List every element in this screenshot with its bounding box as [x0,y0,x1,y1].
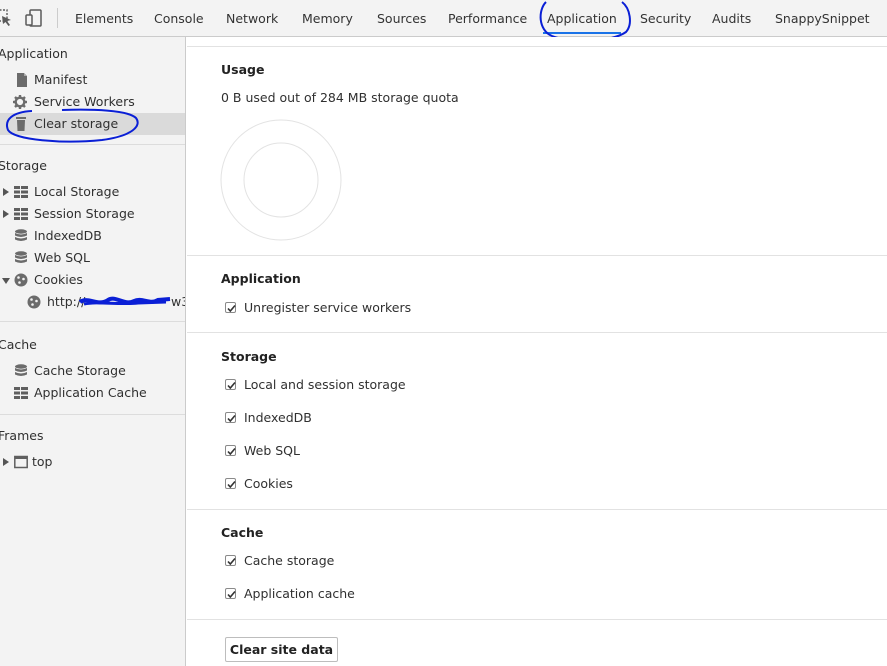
application-section-title: Application [221,271,301,286]
tab-audits[interactable]: Audits [712,0,751,37]
sidebar-item-indexeddb[interactable]: IndexedDB [0,225,185,247]
sidebar-item-session-storage[interactable]: Session Storage [0,203,185,225]
sidebar-section-frames: Frames [0,428,44,443]
usage-section-title: Usage [221,62,265,77]
clear-storage-panel: Usage 0 B used out of 284 MB storage quo… [187,37,887,666]
cookie-icon [27,295,41,309]
database-icon [15,229,27,241]
database-icon [15,251,27,263]
checkbox-checked[interactable] [225,445,236,456]
section-divider [187,509,887,510]
checkbox-checked[interactable] [225,588,236,599]
sidebar-divider [0,414,185,415]
sidebar-section-application: Application [0,46,68,61]
trash-icon [16,117,26,131]
device-toolbar-icon[interactable] [25,9,43,27]
tab-console[interactable]: Console [154,0,204,37]
usage-pie-chart [220,119,342,241]
frame-icon [14,455,28,469]
option-label: Application cache [244,586,355,601]
document-icon [17,73,27,87]
sidebar-item-cookie-origin[interactable]: http:// w3 [0,291,185,313]
sidebar-item-application-cache[interactable]: Application Cache [0,382,185,404]
tab-application[interactable]: Application [543,0,621,37]
sidebar-section-storage: Storage [0,158,47,173]
sidebar-item-label: top [32,454,53,469]
storage-section-title: Storage [221,349,277,364]
sidebar-item-manifest[interactable]: Manifest [0,69,185,91]
tab-performance[interactable]: Performance [448,0,527,37]
inspect-element-icon[interactable] [0,9,13,27]
gear-icon [13,95,27,109]
sidebar-item-label: Web SQL [34,250,90,265]
checkbox-checked[interactable] [225,379,236,390]
tab-sources[interactable]: Sources [377,0,426,37]
cookie-icon [14,273,28,287]
checkbox-checked[interactable] [225,555,236,566]
sidebar-item-label: Session Storage [34,206,135,221]
option-label: Cache storage [244,553,335,568]
option-label: Cookies [244,476,293,491]
redaction-scribble [78,296,171,306]
clear-site-data-button[interactable]: Clear site data [225,637,338,662]
tab-memory[interactable]: Memory [302,0,353,37]
section-divider [187,332,887,333]
sidebar-item-local-storage[interactable]: Local Storage [0,181,185,203]
sidebar-item-label: Cache Storage [34,363,126,378]
expand-arrow-icon[interactable] [3,188,9,196]
cookie-origin-label-tail: w3 [171,294,185,309]
expand-arrow-icon[interactable] [3,210,9,218]
option-label: Web SQL [244,443,300,458]
checkbox-checked[interactable] [225,478,236,489]
sidebar-item-cache-storage[interactable]: Cache Storage [0,360,185,382]
section-divider [187,46,887,47]
grid-icon [14,387,28,399]
checkbox-checked[interactable] [225,412,236,423]
expand-arrow-icon[interactable] [3,458,9,466]
tab-snappysnippet[interactable]: SnappySnippet [775,0,870,37]
grid-icon [14,186,28,198]
sidebar-item-clear-storage[interactable]: Clear storage [0,113,185,135]
grid-icon [14,208,28,220]
sidebar-item-label: IndexedDB [34,228,102,243]
cache-section-title: Cache [221,525,264,540]
usage-summary: 0 B used out of 284 MB storage quota [221,90,459,105]
devtools-window: Elements Console Network Memory Sources … [0,0,887,666]
devtools-tab-bar: Elements Console Network Memory Sources … [0,0,887,42]
sidebar-item-cookies[interactable]: Cookies [0,269,185,291]
option-label: Local and session storage [244,377,406,392]
checkbox-checked[interactable] [225,302,236,313]
option-label: Unregister service workers [244,300,412,315]
option-label: IndexedDB [244,410,312,425]
section-divider [187,255,887,256]
sidebar-item-label: Application Cache [34,385,147,400]
sidebar-item-service-workers[interactable]: Service Workers [0,91,185,113]
tab-elements[interactable]: Elements [75,0,133,37]
toolbar-divider [57,8,58,28]
sidebar-divider [0,144,185,145]
section-divider [187,619,887,620]
sidebar-item-label: Clear storage [34,116,119,131]
database-icon [15,364,27,376]
sidebar-item-label: Service Workers [34,94,135,109]
cookie-origin-label: http:// [47,294,86,309]
tab-security[interactable]: Security [640,0,691,37]
sidebar-item-label: Cookies [34,272,83,287]
sidebar-item-web-sql[interactable]: Web SQL [0,247,185,269]
sidebar: Application Manifest Service Workers Cle… [0,37,186,666]
tab-network[interactable]: Network [226,0,278,37]
collapse-arrow-icon[interactable] [2,278,10,284]
sidebar-item-frame-top[interactable]: top [0,451,185,473]
sidebar-item-label: Manifest [34,72,88,87]
sidebar-divider [0,321,185,322]
sidebar-section-cache: Cache [0,337,37,352]
sidebar-item-label: Local Storage [34,184,120,199]
